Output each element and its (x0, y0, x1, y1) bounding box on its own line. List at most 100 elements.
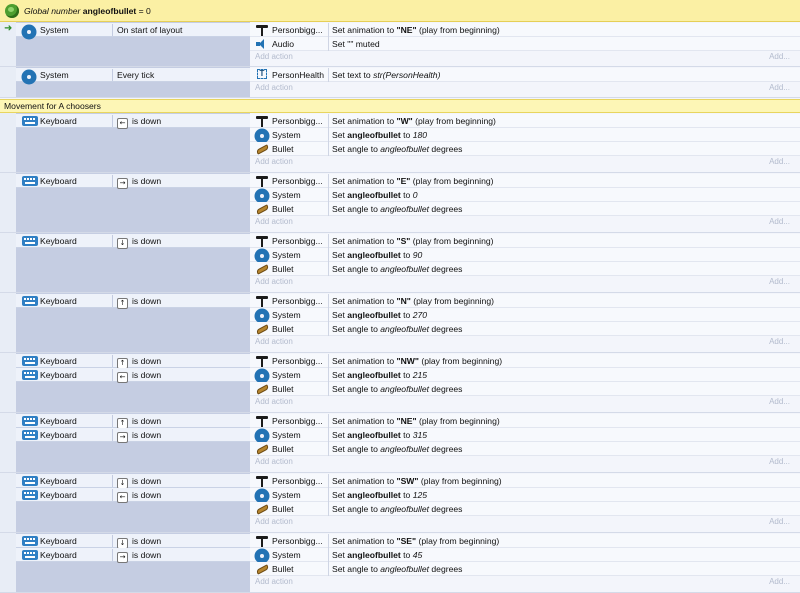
condition-icon-wrap (22, 70, 36, 84)
event-margin[interactable] (0, 293, 16, 352)
action-row[interactable]: Personbigg... Set animation to "NE" (play… (250, 414, 800, 428)
action-icon-wrap (255, 143, 269, 155)
event-margin[interactable] (0, 473, 16, 532)
add-action-row[interactable]: Add action Add... (250, 156, 800, 167)
condition-row[interactable]: Keyboard → is down (16, 548, 250, 563)
action-row[interactable]: T PersonHealth Set text to str(PersonHealt… (250, 68, 800, 82)
add-action-link[interactable]: Add action (255, 82, 293, 93)
sprite-icon (255, 355, 269, 367)
action-row[interactable]: Bullet Set angle to angleofbullet degrees (250, 382, 800, 396)
condition-row[interactable]: System On start of layout (16, 23, 250, 38)
action-italic-value: angleofbullet (380, 504, 430, 514)
add-more-link[interactable]: Add... (769, 156, 790, 167)
event-margin[interactable] (0, 413, 16, 472)
add-action-row[interactable]: Add action Add... (250, 516, 800, 527)
add-action-link[interactable]: Add action (255, 336, 293, 347)
action-object-name: Personbigg... (272, 356, 323, 366)
event-margin[interactable] (0, 113, 16, 172)
add-more-link[interactable]: Add... (769, 576, 790, 587)
add-action-row[interactable]: Add action Add... (250, 576, 800, 587)
add-action-link[interactable]: Add action (255, 396, 293, 407)
add-action-link[interactable]: Add action (255, 216, 293, 227)
condition-row[interactable]: Keyboard ↑ is down (16, 414, 250, 429)
condition-row[interactable]: Keyboard → is down (16, 428, 250, 443)
add-more-link[interactable]: Add... (769, 456, 790, 467)
action-text: Set animation to "NE" (play from beginni… (332, 416, 500, 426)
add-action-row[interactable]: Add action Add... (250, 276, 800, 287)
condition-row[interactable]: Keyboard ← is down (16, 488, 250, 503)
add-more-link[interactable]: Add... (769, 396, 790, 407)
condition-text: ← is down (117, 488, 161, 503)
action-row[interactable]: Bullet Set angle to angleofbullet degrees (250, 142, 800, 156)
action-italic-value: 0 (412, 190, 418, 200)
add-more-link[interactable]: Add... (769, 276, 790, 287)
add-action-link[interactable]: Add action (255, 276, 293, 287)
add-action-link[interactable]: Add action (255, 51, 293, 62)
action-row[interactable]: Bullet Set angle to angleofbullet degrees (250, 562, 800, 576)
add-action-row[interactable]: Add action Add... (250, 456, 800, 467)
action-row[interactable]: System Set angleofbullet to 0 (250, 188, 800, 202)
add-action-link[interactable]: Add action (255, 516, 293, 527)
action-row[interactable]: Bullet Set angle to angleofbullet degrees (250, 322, 800, 336)
add-more-link[interactable]: Add... (769, 82, 790, 93)
add-action-link[interactable]: Add action (255, 456, 293, 467)
condition-row[interactable]: Keyboard ↓ is down (16, 234, 250, 249)
action-row[interactable]: Bullet Set angle to angleofbullet degrees (250, 262, 800, 276)
action-row[interactable]: Personbigg... Set animation to "NW" (play… (250, 354, 800, 368)
condition-row[interactable]: System Every tick (16, 68, 250, 84)
keyboard-icon (22, 536, 38, 546)
condition-separator (112, 295, 113, 307)
group-header[interactable]: Movement for A choosers (0, 99, 800, 113)
action-object-name: Bullet (272, 444, 294, 454)
action-row[interactable]: Bullet Set angle to angleofbullet degrees (250, 442, 800, 456)
condition-row[interactable]: Keyboard → is down (16, 174, 250, 189)
add-more-link[interactable]: Add... (769, 216, 790, 227)
condition-row[interactable]: Keyboard ↑ is down (16, 294, 250, 309)
condition-row[interactable]: Keyboard ↑ is down (16, 354, 250, 369)
action-object-name: Personbigg... (272, 116, 323, 126)
action-row[interactable]: System Set angleofbullet to 315 (250, 428, 800, 442)
event-action-area: Personbigg... Set animation to "E" (play … (250, 173, 800, 232)
action-row[interactable]: Personbigg... Set animation to "W" (play … (250, 114, 800, 128)
action-separator (328, 262, 329, 276)
text-object-icon: T (257, 69, 267, 79)
action-row[interactable]: System Set angleofbullet to 270 (250, 308, 800, 322)
action-row[interactable]: Personbigg... Set animation to "NE" (play… (250, 23, 800, 37)
add-action-row[interactable]: Add action Add... (250, 336, 800, 347)
action-row[interactable]: Personbigg... Set animation to "SW" (play… (250, 474, 800, 488)
event-margin[interactable] (0, 67, 16, 97)
add-more-link[interactable]: Add... (769, 51, 790, 62)
global-variable-row[interactable]: Global number angleofbullet = 0 (0, 0, 800, 22)
action-row[interactable]: System Set angleofbullet to 45 (250, 548, 800, 562)
action-row[interactable]: Bullet Set angle to angleofbullet degrees (250, 202, 800, 216)
add-action-link[interactable]: Add action (255, 576, 293, 587)
add-more-link[interactable]: Add... (769, 516, 790, 527)
action-row[interactable]: System Set angleofbullet to 90 (250, 248, 800, 262)
event-margin[interactable] (0, 533, 16, 592)
action-row[interactable]: Personbigg... Set animation to "SE" (play… (250, 534, 800, 548)
add-action-link[interactable]: Add action (255, 156, 293, 167)
condition-row[interactable]: Keyboard ↓ is down (16, 534, 250, 549)
action-row[interactable]: System Set angleofbullet to 215 (250, 368, 800, 382)
action-row[interactable]: Personbigg... Set animation to "E" (play … (250, 174, 800, 188)
condition-separator (112, 175, 113, 187)
action-row[interactable]: System Set angleofbullet to 125 (250, 488, 800, 502)
add-action-row[interactable]: Add action Add... (250, 51, 800, 62)
event-margin[interactable] (0, 233, 16, 292)
action-row[interactable]: System Set angleofbullet to 180 (250, 128, 800, 142)
condition-row[interactable]: Keyboard ← is down (16, 368, 250, 383)
add-more-link[interactable]: Add... (769, 336, 790, 347)
condition-row[interactable]: Keyboard ↓ is down (16, 474, 250, 489)
action-row[interactable]: Bullet Set angle to angleofbullet degrees (250, 502, 800, 516)
add-action-row[interactable]: Add action Add... (250, 216, 800, 227)
action-bold-value: "NE" (396, 416, 417, 426)
action-row[interactable]: Audio Set "" muted (250, 37, 800, 51)
action-icon-wrap (255, 189, 269, 202)
condition-row[interactable]: Keyboard ← is down (16, 114, 250, 129)
event-margin[interactable] (0, 353, 16, 412)
add-action-row[interactable]: Add action Add... (250, 396, 800, 407)
add-action-row[interactable]: Add action Add... (250, 82, 800, 93)
event-margin[interactable] (0, 173, 16, 232)
action-row[interactable]: Personbigg... Set animation to "N" (play … (250, 294, 800, 308)
action-row[interactable]: Personbigg... Set animation to "S" (play … (250, 234, 800, 248)
